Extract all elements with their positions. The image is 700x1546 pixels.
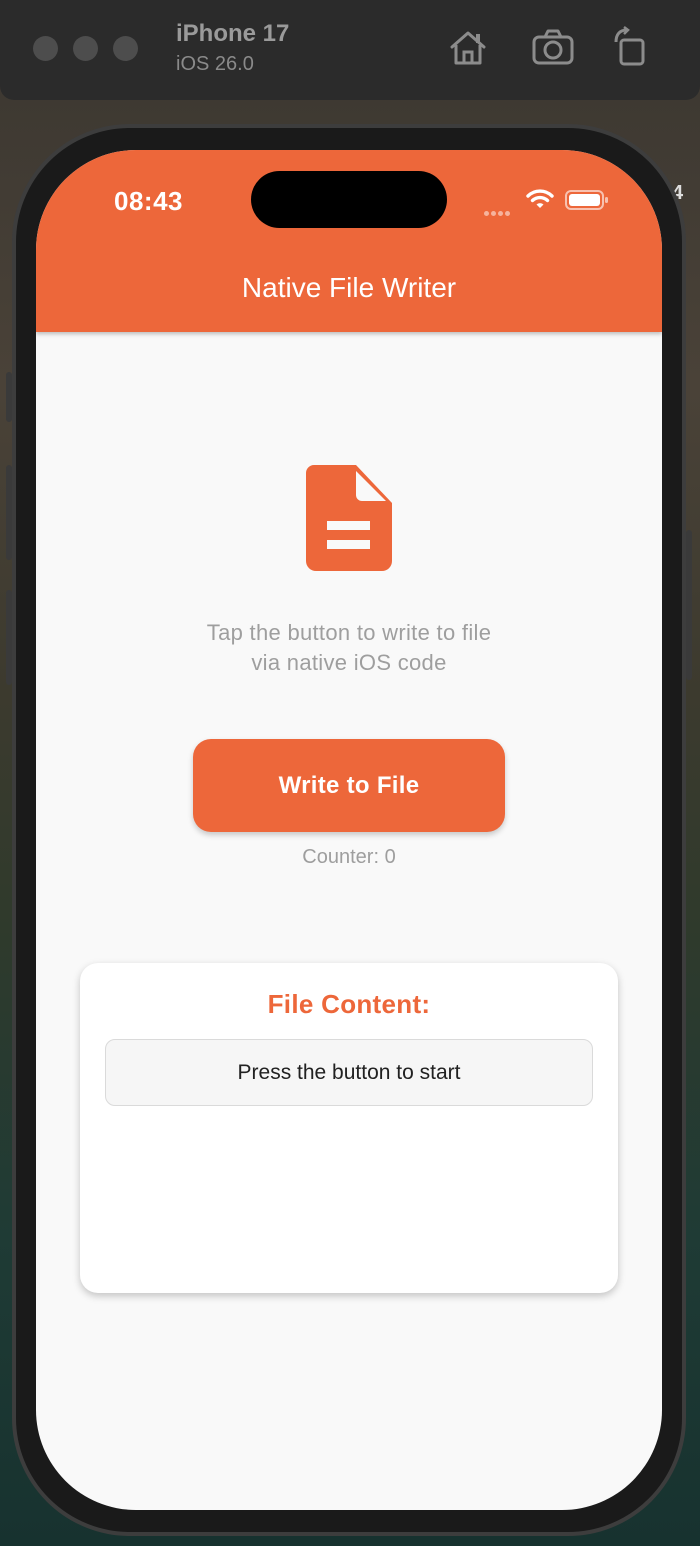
battery-icon [565,190,608,210]
minimize-window-button[interactable] [73,36,98,61]
file-content-text: Press the button to start [237,1060,461,1084]
file-content-card: File Content: Press the button to start [80,963,618,1293]
instruction-line-1: Tap the button to write to file [206,620,492,645]
cellular-dots-icon [484,203,512,221]
os-version: iOS 26.0 [176,53,254,75]
write-to-file-button[interactable]: Write to File [193,739,505,832]
simulator-title-bar: iPhone 17 iOS 26.0 [0,0,700,100]
app-bar: 08:43 Native File Writer [36,150,662,332]
wifi-icon [526,189,554,208]
dynamic-island [251,171,447,228]
phone-screen: 08:43 Native File Writer Tap the button … [36,150,662,1510]
volume-up-button [6,465,12,560]
screenshot-icon[interactable] [531,26,575,70]
card-title: File Content: [267,989,431,1019]
volume-down-button [6,590,12,685]
document-icon [306,465,392,571]
home-icon[interactable] [446,26,490,70]
rotate-icon[interactable] [610,26,654,70]
power-button [686,530,692,680]
zoom-window-button[interactable] [113,36,138,61]
close-window-button[interactable] [33,36,58,61]
instruction-text: Tap the button to write to file via nati… [36,618,662,678]
status-time: 08:43 [114,186,183,216]
action-button [6,372,12,422]
page-title: Native File Writer [241,272,457,303]
counter-label: Counter: 0 [302,846,396,868]
instruction-line-2: via native iOS code [251,650,447,675]
file-content-box: Press the button to start [105,1039,593,1106]
device-name: iPhone 17 [176,20,290,47]
